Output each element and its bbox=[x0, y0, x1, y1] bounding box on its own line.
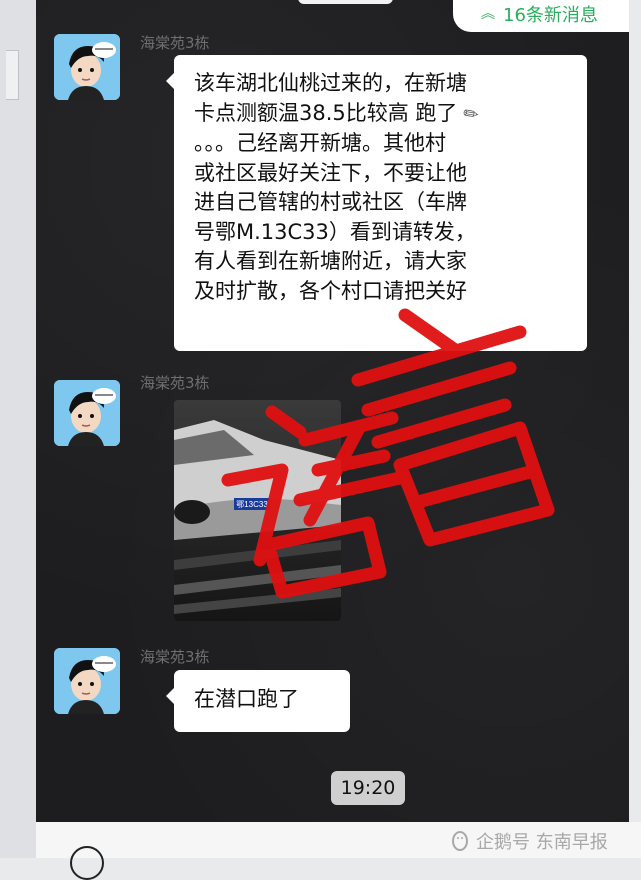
chat-window[interactable]: ︽ 16条新消息 海棠苑3栋 该车湖北仙桃过来的，在新塘 卡点测额温38.5比较… bbox=[36, 0, 629, 822]
new-messages-button[interactable]: ︽ 16条新消息 bbox=[453, 0, 629, 32]
car-photo[interactable]: 鄂13C33 bbox=[174, 400, 341, 621]
voice-button-icon[interactable] bbox=[70, 846, 104, 880]
previous-message-bubble bbox=[298, 0, 393, 4]
message-line: 及时扩散，各个村口请把关好 bbox=[194, 278, 467, 303]
panel-edge-marker bbox=[6, 50, 19, 100]
avatar[interactable] bbox=[54, 34, 120, 100]
timestamp-badge: 19:20 bbox=[331, 771, 405, 805]
avatar[interactable] bbox=[54, 380, 120, 446]
sender-name: 海棠苑3栋 bbox=[140, 34, 210, 52]
sender-name: 海棠苑3栋 bbox=[140, 648, 210, 666]
message-line: 该车湖北仙桃过来的，在新塘 bbox=[194, 71, 467, 95]
message-line: 。。。己经离开新塘。其他村 bbox=[194, 131, 446, 155]
watermark-text: 企鹅号 东南早报 bbox=[476, 832, 608, 853]
sender-name: 海棠苑3栋 bbox=[140, 374, 210, 392]
penguin-icon bbox=[452, 831, 468, 851]
pencil-emoji-icon: ✎ bbox=[459, 101, 484, 127]
message-line: 进自己管辖的村或社区（车牌 bbox=[194, 190, 467, 214]
message-line: 卡点测额温38.5比较高 跑了 ✎ bbox=[194, 99, 567, 130]
message-bubble-text[interactable]: 该车湖北仙桃过来的，在新塘 卡点测额温38.5比较高 跑了 ✎ 。。。己经离开新… bbox=[166, 55, 587, 351]
message-text: 在潜口跑了 bbox=[194, 687, 299, 711]
new-messages-label: 16条新消息 bbox=[503, 5, 598, 26]
license-plate-text: 鄂13C33 bbox=[236, 500, 268, 509]
avatar[interactable] bbox=[54, 648, 120, 714]
message-line: 有人看到在新塘附近，请大家 bbox=[194, 249, 467, 273]
message-bubble-text[interactable]: 在潜口跑了 bbox=[166, 670, 350, 732]
double-chevron-up-icon: ︽ bbox=[481, 6, 495, 22]
message-line: 或社区最好关注下，不要让他 bbox=[194, 160, 467, 185]
message-line: 号鄂M.13C33）看到请转发， bbox=[194, 219, 476, 244]
timestamp-text: 19:20 bbox=[340, 777, 396, 799]
watermark: 企鹅号 东南早报 bbox=[450, 828, 608, 854]
left-panel-strip bbox=[0, 0, 36, 858]
